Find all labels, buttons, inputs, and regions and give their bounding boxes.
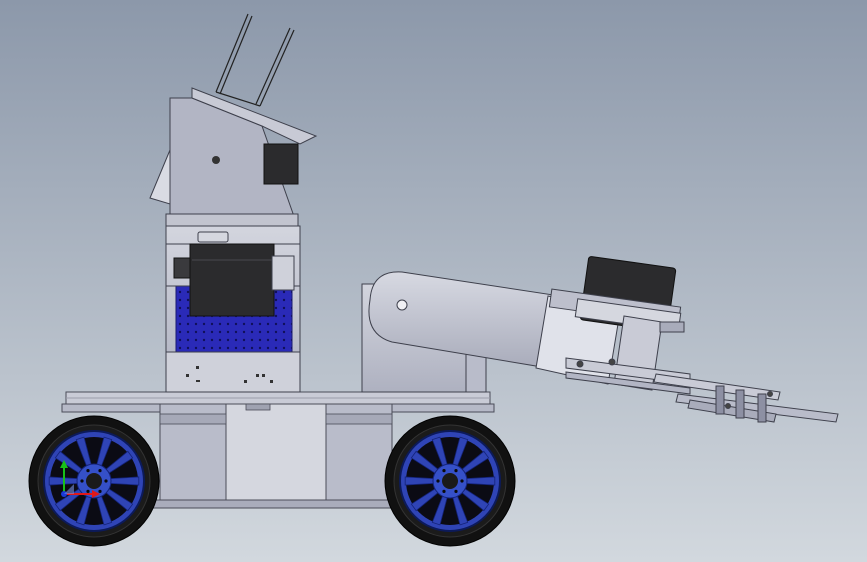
chassis-bottom-plate bbox=[149, 499, 403, 509]
head-pivot-screw bbox=[212, 156, 220, 164]
wheel-spoke bbox=[463, 476, 496, 486]
rear-wheel bbox=[28, 415, 160, 547]
cad-viewport[interactable] bbox=[0, 0, 867, 562]
arm-shoulder-pivot bbox=[396, 299, 408, 311]
wheel-spoke bbox=[404, 476, 437, 486]
chassis-bay-center bbox=[225, 403, 327, 503]
wheel-spoke bbox=[107, 476, 140, 486]
front-wheel bbox=[384, 415, 516, 547]
robot-model-render[interactable] bbox=[0, 0, 867, 562]
turret-tower bbox=[165, 225, 301, 393]
